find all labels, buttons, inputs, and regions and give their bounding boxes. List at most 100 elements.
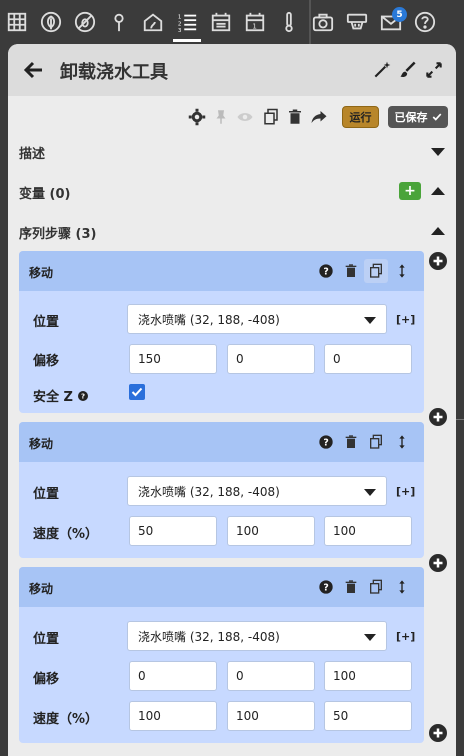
eye-icon[interactable]	[236, 108, 254, 126]
panel-header: 卸载浇水工具	[8, 44, 456, 96]
position-label: 位置	[33, 487, 60, 502]
trash-icon[interactable]	[286, 108, 304, 126]
trash-icon[interactable]	[343, 434, 359, 450]
add-variable-link[interactable]: [+]	[396, 630, 415, 643]
copy-step-button[interactable]	[364, 259, 388, 283]
plus-icon	[433, 558, 443, 568]
copy-icon[interactable]	[262, 108, 280, 126]
no-bug-icon[interactable]	[68, 0, 102, 44]
help-icon[interactable]: ?	[318, 263, 334, 279]
steps-section[interactable]: 序列步骤 (3)	[19, 223, 96, 242]
svg-text:3: 3	[178, 28, 182, 33]
speed-y-input[interactable]: 100	[227, 701, 315, 731]
offset-y-input[interactable]: 0	[227, 661, 315, 691]
step-name: 移动	[29, 582, 54, 596]
add-step-button[interactable]	[428, 553, 448, 573]
offset-label: 偏移	[33, 672, 60, 687]
camera-icon[interactable]	[306, 0, 340, 44]
grid-icon[interactable]	[0, 0, 34, 44]
leaf-icon[interactable]	[34, 0, 68, 44]
position-label: 位置	[33, 315, 60, 330]
back-arrow-icon[interactable]	[22, 58, 46, 82]
chevron-up-icon[interactable]	[431, 226, 445, 236]
map-pin-icon[interactable]	[102, 0, 136, 44]
offset-y-input[interactable]: 0	[227, 344, 315, 374]
check-icon	[131, 387, 143, 397]
expand-icon[interactable]	[424, 60, 444, 80]
add-step-button[interactable]	[428, 723, 448, 743]
run-button[interactable]: 运行	[342, 106, 379, 128]
speed-label: 速度（%）	[33, 527, 99, 542]
svg-text:1: 1	[252, 21, 257, 30]
trash-icon[interactable]	[343, 263, 359, 279]
sequence-list-icon[interactable]: 1 23	[170, 0, 204, 44]
offset-z-input[interactable]: 100	[324, 661, 412, 691]
drag-handle-icon[interactable]	[394, 263, 410, 279]
position-label: 位置	[33, 632, 60, 647]
help-icon[interactable]: ?	[318, 579, 334, 595]
speed-y-input[interactable]: 100	[227, 516, 315, 546]
copy-icon[interactable]	[368, 579, 384, 595]
step-card: 移动 ? 位置 浇水喷嘴 (32, 188, -408) [+] 偏移 150 …	[19, 251, 424, 413]
mail-icon[interactable]: 5	[374, 0, 408, 44]
copy-icon	[370, 263, 382, 278]
thermometer-icon[interactable]	[272, 0, 306, 44]
add-variable-link[interactable]: [+]	[396, 485, 415, 498]
page-title: 卸载浇水工具	[60, 62, 168, 83]
offset-label: 偏移	[33, 354, 60, 369]
add-variable-link[interactable]: [+]	[396, 313, 415, 326]
description-section[interactable]: 描述	[19, 143, 45, 162]
gear-icon[interactable]	[188, 108, 206, 126]
variables-section[interactable]: 变量 (0)	[19, 183, 70, 202]
svg-text:?: ?	[81, 392, 85, 400]
step-name: 移动	[29, 266, 54, 280]
step-header: 移动 ?	[19, 251, 424, 291]
help-icon[interactable]: ?	[77, 390, 89, 402]
help-icon[interactable]: ?	[318, 434, 334, 450]
speed-z-input[interactable]: 100	[324, 516, 412, 546]
notification-badge: 5	[392, 7, 407, 22]
step-header: 移动 ?	[19, 422, 424, 462]
svg-text:?: ?	[323, 266, 328, 277]
step-name: 移动	[29, 437, 54, 451]
safe-z-checkbox[interactable]	[129, 384, 145, 400]
speed-z-input[interactable]: 50	[324, 701, 412, 731]
calendar-icon[interactable]	[204, 0, 238, 44]
add-step-button[interactable]	[428, 251, 448, 271]
speed-x-input[interactable]: 50	[129, 516, 217, 546]
location-select[interactable]: 浇水喷嘴 (32, 188, -408)	[127, 304, 387, 334]
pin-icon[interactable]	[212, 108, 230, 126]
plus-icon	[433, 412, 443, 422]
chevron-down-icon[interactable]	[431, 147, 445, 157]
location-select[interactable]: 浇水喷嘴 (32, 188, -408)	[127, 476, 387, 506]
speed-x-input[interactable]: 100	[129, 701, 217, 731]
magic-wand-icon[interactable]	[372, 60, 392, 80]
share-arrow-icon[interactable]	[310, 108, 328, 126]
copy-icon[interactable]	[368, 434, 384, 450]
help-icon[interactable]	[408, 0, 442, 44]
drag-handle-icon[interactable]	[394, 434, 410, 450]
garden-icon[interactable]	[136, 0, 170, 44]
safe-z-text: 安全 Z	[33, 390, 73, 405]
svg-text:?: ?	[323, 437, 328, 448]
svg-text:?: ?	[323, 582, 328, 593]
plus-icon	[433, 728, 443, 738]
trash-icon[interactable]	[343, 579, 359, 595]
saved-button[interactable]: 已保存	[388, 106, 448, 128]
calendar-day-icon[interactable]: 1	[238, 0, 272, 44]
device-icon[interactable]	[340, 0, 374, 44]
check-icon	[432, 113, 441, 121]
location-select[interactable]: 浇水喷嘴 (32, 188, -408)	[127, 621, 387, 651]
safe-z-label: 安全 Z ?	[33, 386, 89, 405]
offset-x-input[interactable]: 0	[129, 661, 217, 691]
add-step-button[interactable]	[428, 407, 448, 427]
offset-z-input[interactable]: 0	[324, 344, 412, 374]
chevron-up-icon[interactable]	[431, 186, 445, 196]
step-header: 移动 ?	[19, 567, 424, 607]
paintbrush-icon[interactable]	[398, 60, 418, 80]
add-variable-button[interactable]: +	[399, 182, 421, 200]
drag-handle-icon[interactable]	[394, 579, 410, 595]
offset-x-input[interactable]: 150	[129, 344, 217, 374]
location-value: 浇水喷嘴 (32, 188, -408)	[138, 629, 280, 644]
plus-icon	[433, 256, 443, 266]
